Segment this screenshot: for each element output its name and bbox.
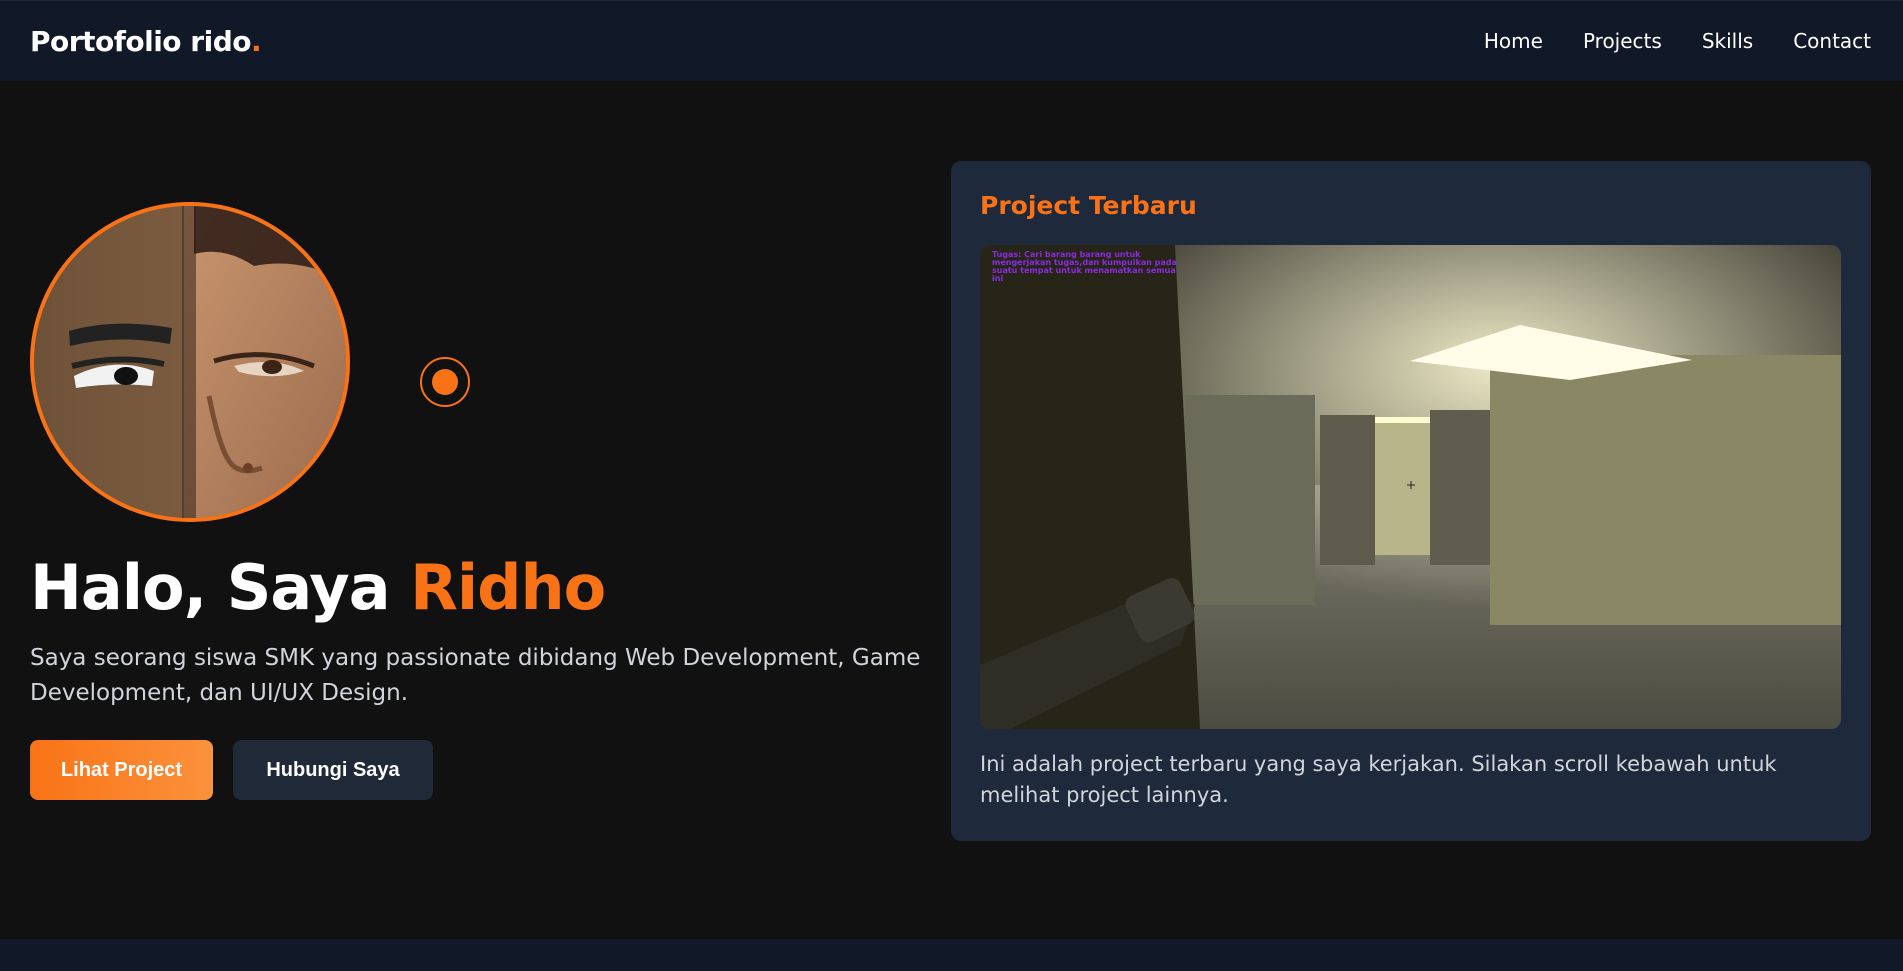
hero-greeting: Halo, Saya [30, 551, 411, 624]
nav-link-skills[interactable]: Skills [1702, 29, 1753, 53]
radio-dot-icon[interactable] [420, 357, 470, 407]
contact-me-button[interactable]: Hubungi Saya [233, 740, 433, 800]
card-description: Ini adalah project terbaru yang saya ker… [980, 752, 1777, 807]
nav-link-projects[interactable]: Projects [1583, 29, 1662, 53]
card-title: Project Terbaru [980, 191, 1197, 220]
hero-title: Halo, Saya Ridho [30, 551, 606, 624]
radio-dot-inner [432, 369, 458, 395]
brand-logo[interactable]: Portofolio rido. [30, 24, 262, 58]
project-screenshot[interactable]: Tugas: Cari barang barang untuk mengerja… [980, 245, 1841, 729]
nav-links: Home Projects Skills Contact [1484, 29, 1871, 53]
nav-link-contact[interactable]: Contact [1793, 29, 1871, 53]
hero-name: Ridho [410, 551, 606, 624]
brand-dot: . [250, 24, 262, 58]
game-hud-text: Tugas: Cari barang barang untuk mengerja… [992, 250, 1177, 283]
game-scene-image [980, 245, 1841, 729]
view-project-button[interactable]: Lihat Project [30, 740, 213, 800]
hero-description: Saya seorang siswa SMK yang passionate d… [30, 645, 921, 706]
hero-section: Halo, Saya Ridho Saya seorang siswa SMK … [0, 81, 1903, 939]
avatar-photo [34, 206, 346, 518]
next-section-strip [0, 939, 1903, 971]
profile-avatar [30, 202, 350, 522]
navbar: Portofolio rido. Home Projects Skills Co… [0, 0, 1903, 81]
brand-text: Portofolio rido [30, 24, 251, 58]
nav-link-home[interactable]: Home [1484, 29, 1543, 53]
latest-project-card: Project Terbaru Tugas: Cari barang baran… [951, 161, 1871, 841]
